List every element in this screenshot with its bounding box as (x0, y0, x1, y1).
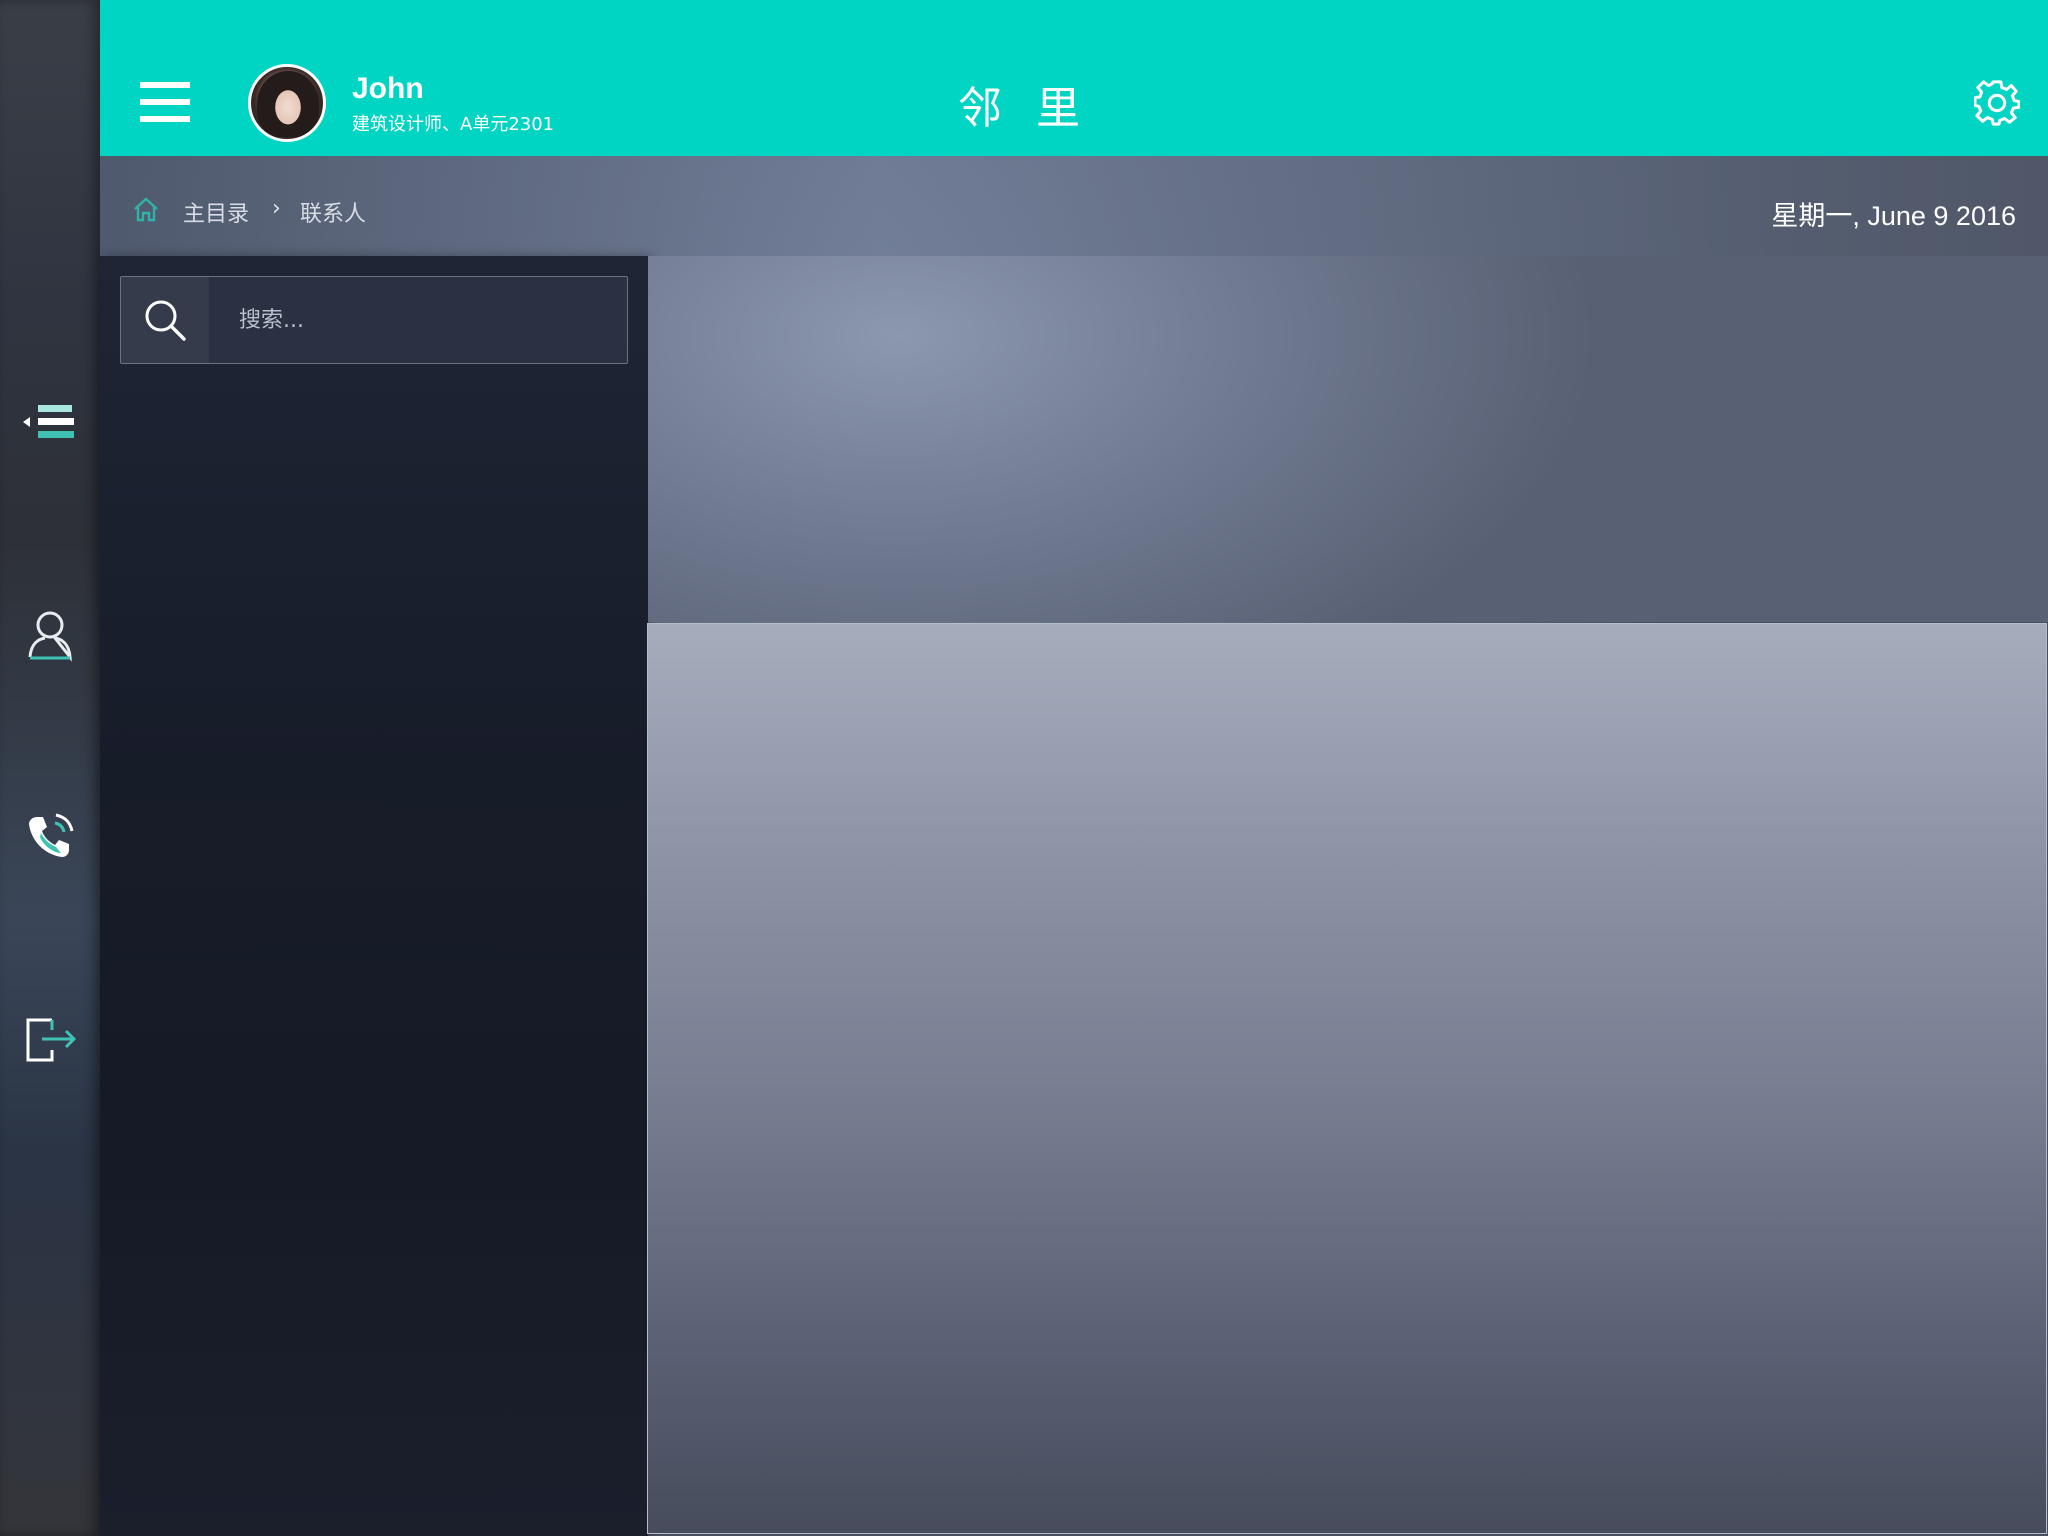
user-icon (28, 611, 72, 662)
menu-collapse-icon (23, 405, 74, 438)
search-box (120, 276, 628, 364)
app-window: John 建筑设计师、A单元2301 邻 里 主目录 › 联系人 星期一, Ju… (0, 0, 2048, 1536)
breadcrumb-separator: › (272, 196, 281, 221)
breadcrumb-bar (100, 156, 2048, 256)
content-panel (647, 623, 2047, 1534)
rail-menu-collapse-button[interactable] (0, 382, 100, 462)
search-icon (145, 300, 186, 341)
breadcrumb-item-contacts[interactable]: 联系人 (300, 196, 366, 228)
search-input[interactable] (209, 277, 627, 363)
gear-icon[interactable] (1974, 80, 2020, 126)
content-header-area (648, 256, 2048, 622)
rail-logout-button[interactable] (0, 998, 100, 1078)
contacts-panel (100, 256, 648, 1536)
breadcrumb-item-home[interactable]: 主目录 (183, 196, 249, 228)
current-date: 星期一, June 9 2016 (1771, 201, 2016, 231)
phone-icon (29, 813, 74, 857)
search-button[interactable] (121, 277, 209, 363)
rail-phone-button[interactable] (0, 796, 100, 876)
app-title: 邻 里 (958, 83, 1090, 134)
top-header: John 建筑设计师、A单元2301 邻 里 (100, 0, 2048, 156)
logout-icon (26, 1018, 77, 1062)
rail-contacts-button[interactable] (0, 596, 100, 676)
home-icon[interactable] (132, 196, 160, 222)
side-rail (0, 0, 100, 1536)
